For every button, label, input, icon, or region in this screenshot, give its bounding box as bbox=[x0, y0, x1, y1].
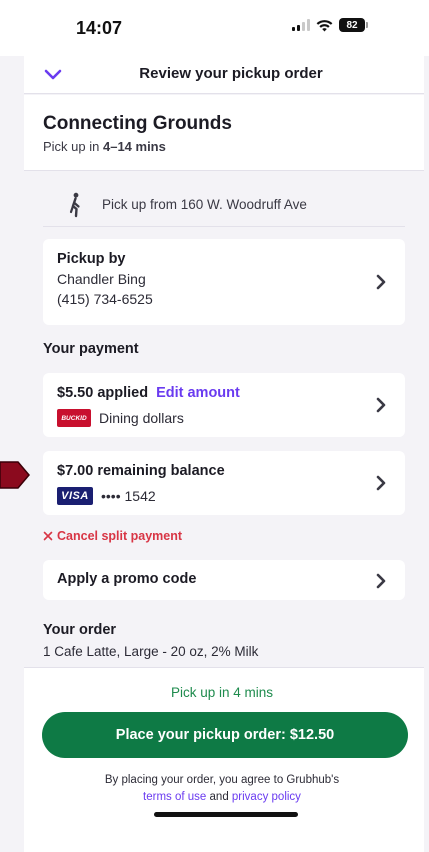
visa-logo: VISA bbox=[57, 487, 93, 505]
place-order-button[interactable]: Place your pickup order: $12.50 bbox=[42, 712, 408, 758]
order-section-label: Your order bbox=[43, 622, 117, 638]
promo-code-label: Apply a promo code bbox=[57, 571, 197, 587]
pickup-by-name: Chandler Bing bbox=[57, 271, 146, 287]
home-indicator[interactable] bbox=[154, 812, 298, 817]
pickup-by-phone: (415) 734-6525 bbox=[57, 291, 153, 307]
visa-card-row: VISA •••• 1542 bbox=[57, 487, 391, 505]
page-title: Review your pickup order bbox=[139, 65, 323, 82]
close-x-icon bbox=[43, 531, 53, 541]
pickup-by-card[interactable]: Pickup by Chandler Bing (415) 734-6525 bbox=[43, 239, 405, 325]
buckid-logo: BUCKID bbox=[57, 409, 91, 427]
footer-pickup-eta: Pick up in 4 mins bbox=[170, 685, 274, 700]
store-name: Connecting Grounds bbox=[43, 113, 232, 134]
terms-of-use-link[interactable]: terms of use bbox=[143, 791, 206, 803]
cancel-split-payment-link[interactable]: Cancel split payment bbox=[43, 529, 182, 543]
cancel-split-label: Cancel split payment bbox=[57, 529, 183, 543]
payment-section-label: Your payment bbox=[43, 341, 139, 357]
pointer-arrow-marker bbox=[0, 461, 30, 489]
store-block: Connecting Grounds Pick up in 4–14 mins bbox=[24, 95, 424, 171]
pickup-by-title: Pickup by bbox=[57, 251, 126, 267]
order-review-content[interactable]: Connecting Grounds Pick up in 4–14 mins … bbox=[24, 95, 424, 667]
remaining-balance: $7.00 remaining balance bbox=[57, 463, 225, 479]
edit-amount-link[interactable]: Edit amount bbox=[156, 385, 240, 401]
privacy-policy-link[interactable]: privacy policy bbox=[232, 791, 301, 803]
card-masked-number: •••• 1542 bbox=[101, 488, 156, 504]
legal-prefix: By placing your order, you agree to Grub… bbox=[104, 774, 340, 786]
chevron-right-icon[interactable] bbox=[375, 572, 387, 590]
pickup-location: Pick up from 160 W. Woodruff Ave bbox=[43, 183, 405, 227]
legal-text: By placing your order, you agree to Grub… bbox=[24, 772, 424, 806]
applied-amount-row: $5.50 applied Edit amount bbox=[57, 385, 391, 401]
remaining-balance-card[interactable]: $7.00 remaining balance VISA •••• 1542 bbox=[43, 451, 405, 515]
wifi-icon bbox=[316, 19, 333, 31]
pickup-eta: Pick up in 4–14 mins bbox=[43, 139, 405, 154]
battery-icon: 82 bbox=[339, 18, 368, 32]
chevron-right-icon[interactable] bbox=[375, 273, 387, 291]
pickup-eta-value: 4–14 mins bbox=[102, 139, 166, 154]
signal-icon bbox=[292, 19, 310, 31]
pickup-location-text: Pick up from 160 W. Woodruff Ave bbox=[102, 197, 307, 212]
status-icons: 82 bbox=[292, 18, 368, 32]
promo-code-card[interactable]: Apply a promo code bbox=[43, 560, 405, 600]
header: Review your pickup order bbox=[24, 56, 424, 94]
chevron-right-icon[interactable] bbox=[375, 474, 387, 492]
status-bar: 14:07 82 bbox=[0, 0, 429, 56]
applied-payment-card[interactable]: $5.50 applied Edit amount BUCKID Dining d… bbox=[43, 373, 405, 437]
payment-method-name: Dining dollars bbox=[99, 410, 184, 426]
order-item-line: 1 Cafe Latte, Large - 20 oz, 2% Milk bbox=[43, 644, 259, 659]
phone-screen: 14:07 82 Review your pickup order Connec… bbox=[0, 0, 429, 852]
chevron-right-icon[interactable] bbox=[375, 396, 387, 414]
status-time: 14:07 bbox=[76, 18, 123, 38]
legal-and: and bbox=[206, 791, 232, 803]
pickup-eta-prefix: Pick up in bbox=[43, 139, 103, 154]
walking-person-icon bbox=[69, 192, 80, 217]
applied-amount: $5.50 applied bbox=[57, 385, 149, 401]
checkout-footer: Pick up in 4 mins Place your pickup orde… bbox=[24, 667, 424, 852]
dining-dollars-row: BUCKID Dining dollars bbox=[57, 409, 391, 427]
